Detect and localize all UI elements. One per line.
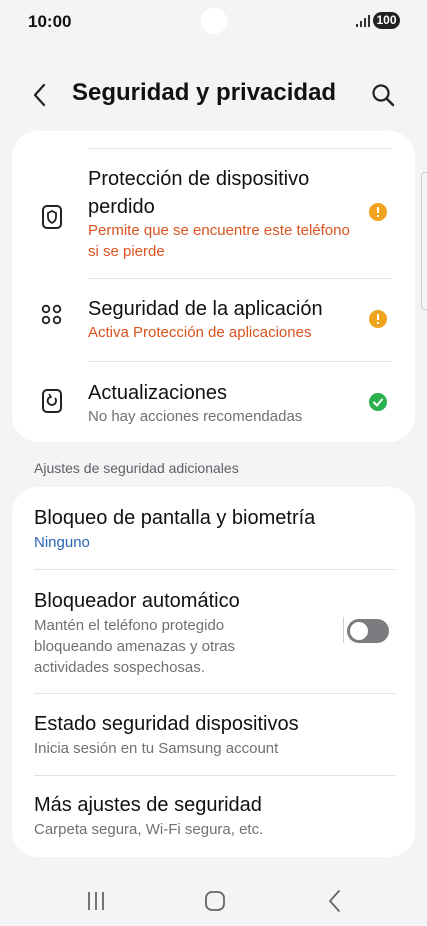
item-subtitle-cont: si se pierde: [88, 243, 165, 260]
home-button[interactable]: [200, 886, 230, 916]
shield-icon: [42, 205, 62, 229]
item-subtitle: Permite que se encuentre este teléfono: [88, 222, 350, 239]
security-status-card: Protección de dispositivo perdido Permit…: [12, 131, 415, 442]
camera-cutout: [201, 8, 227, 34]
item-subtitle: Activa Protección de aplicaciones: [88, 324, 312, 341]
item-subtitle-cont: actividades sospechosas.: [34, 659, 205, 676]
item-subtitle: No hay acciones recomendadas: [88, 408, 303, 425]
chevron-left-icon: [33, 83, 46, 107]
app-header: Seguridad y privacidad: [0, 70, 427, 120]
signal-icon: [356, 15, 370, 27]
navigation-bar: [0, 876, 427, 926]
item-title: Actualizaciones: [88, 382, 227, 404]
divider: [88, 148, 392, 149]
update-icon: [42, 389, 62, 413]
item-title: Protección de dispositivo: [88, 168, 310, 190]
item-subtitle-cont: bloqueando amenazas y otras: [34, 638, 235, 655]
additional-security-card: Bloqueo de pantalla y biometría Ninguno …: [12, 487, 415, 857]
apps-grid-icon: [41, 304, 62, 325]
item-title: Más ajustes de seguridad: [34, 794, 262, 816]
page-title: Seguridad y privacidad: [72, 79, 337, 106]
list-item-lost-device-protection[interactable]: Protección de dispositivo perdido Permit…: [12, 156, 415, 278]
item-title: Bloqueador automático: [34, 590, 240, 612]
recents-button[interactable]: [82, 886, 112, 916]
item-title-cont: perdido: [88, 196, 155, 218]
item-subtitle: Inicia sesión en tu Samsung account: [34, 740, 279, 757]
list-item-device-security-status[interactable]: Estado seguridad dispositivos Inicia ses…: [12, 694, 415, 775]
back-icon: [329, 890, 340, 912]
list-item-auto-blocker[interactable]: Bloqueador automático Mantén el teléfono…: [12, 487, 415, 694]
warning-icon: [369, 203, 387, 221]
toggle-knob: [350, 622, 368, 640]
battery-indicator: 100: [373, 12, 400, 29]
home-icon: [205, 891, 225, 911]
back-nav-button[interactable]: [320, 886, 350, 916]
list-item-more-security-settings[interactable]: Más ajustes de seguridad Carpeta segura,…: [12, 776, 415, 857]
check-icon: [369, 393, 387, 411]
toggle-separator: [343, 617, 344, 643]
item-title: Seguridad de la aplicación: [88, 298, 323, 320]
list-item-app-security[interactable]: Seguridad de la aplicación Activa Protec…: [12, 279, 415, 361]
search-icon: [372, 84, 395, 107]
warning-icon: [369, 310, 387, 328]
recents-icon: [88, 892, 104, 910]
auto-blocker-toggle[interactable]: [347, 619, 389, 643]
back-button[interactable]: [28, 80, 56, 110]
list-item-updates[interactable]: Actualizaciones No hay acciones recomend…: [12, 362, 415, 442]
status-bar: 10:00 100: [0, 0, 427, 44]
status-time: 10:00: [28, 12, 72, 31]
search-button[interactable]: [368, 80, 398, 110]
item-title: Estado seguridad dispositivos: [34, 713, 299, 735]
scrollbar[interactable]: [421, 172, 427, 310]
item-subtitle: Carpeta segura, Wi-Fi segura, etc.: [34, 821, 264, 838]
item-subtitle: Mantén el teléfono protegido: [34, 617, 225, 634]
section-header: Ajustes de seguridad adicionales: [34, 460, 239, 476]
